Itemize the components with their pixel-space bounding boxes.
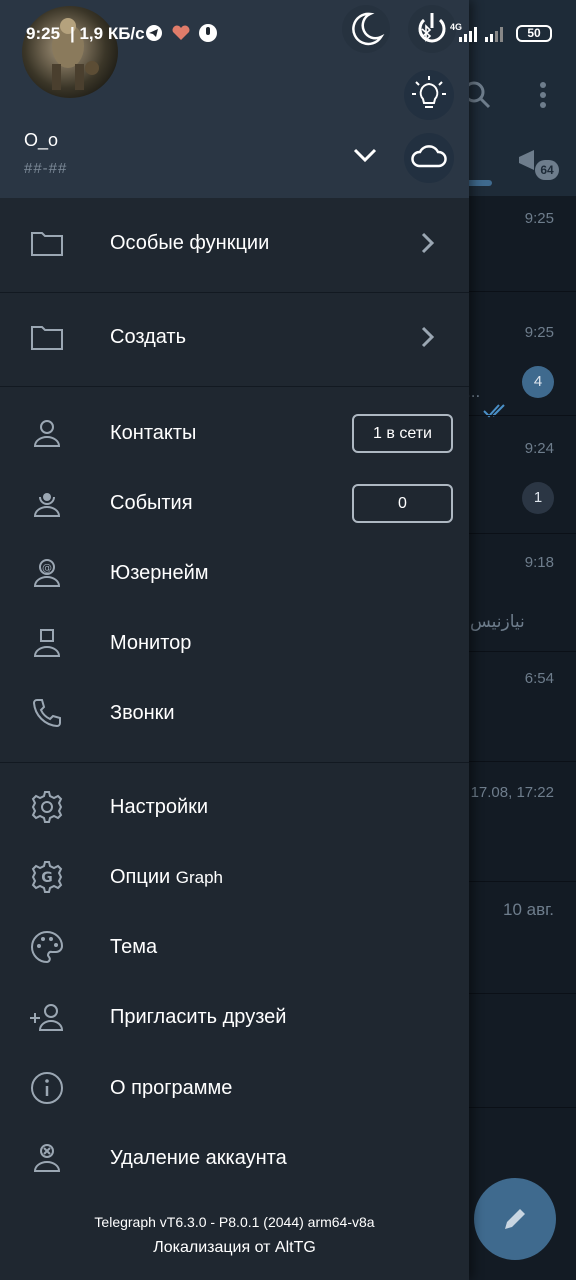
menu-item-label: Пригласить друзей — [110, 1005, 287, 1028]
chat-time: 9:18 — [524, 554, 554, 571]
menu-item-calls[interactable]: Звонки — [0, 678, 469, 748]
menu-item-label: Юзернейм — [110, 561, 209, 584]
graph-gear-icon: G — [31, 861, 63, 893]
person-monitor-icon — [33, 629, 61, 657]
night-mode-button[interactable] — [341, 4, 391, 54]
profile-phone: ##-## — [24, 160, 68, 177]
moon-icon — [342, 5, 390, 53]
menu-item-label: События — [110, 491, 193, 514]
chat-snippet: نیازنیس — [470, 612, 525, 631]
folder-icon — [31, 326, 63, 350]
chevron-down-icon[interactable] — [350, 140, 380, 170]
add-person-icon — [30, 1004, 64, 1031]
person-icon — [33, 420, 61, 447]
person-at-icon: @ — [33, 559, 61, 587]
drawer-header: O_o ##-## — [0, 0, 469, 198]
avatar[interactable] — [22, 6, 118, 98]
menu-item-theme[interactable]: Тема — [0, 912, 469, 982]
menu-divider — [0, 762, 469, 763]
menu-item-about[interactable]: О программе — [0, 1053, 469, 1123]
cloud-icon — [411, 145, 447, 168]
cloud-button[interactable] — [404, 133, 454, 183]
channels-tab-badge: 64 — [535, 160, 559, 180]
menu-item-label: Контакты — [110, 421, 197, 444]
menu-divider — [0, 386, 469, 387]
info-icon — [31, 1072, 63, 1104]
online-count-badge: 1 в сети — [352, 414, 453, 453]
menu-item-monitor[interactable]: Монитор — [0, 608, 469, 678]
menu-item-label: Опции Graph — [110, 866, 223, 889]
menu-item-label: Удаление аккаунта — [110, 1146, 287, 1169]
unread-count-badge: 1 — [522, 482, 554, 514]
menu-item-delete-account[interactable]: Удаление аккаунта — [0, 1123, 469, 1193]
chat-time: 9:24 — [524, 440, 554, 457]
localization-credit: Локализация от AltTG — [153, 1239, 316, 1256]
power-button[interactable] — [407, 4, 457, 54]
menu-item-label: Тема — [110, 935, 158, 958]
menu-item-create[interactable]: Создать — [0, 302, 469, 372]
folder-icon — [31, 232, 63, 256]
chevron-right-icon — [421, 232, 435, 254]
svg-text:G: G — [41, 870, 53, 886]
menu-item-label: Звонки — [110, 701, 175, 724]
chat-time: 9:25 — [524, 210, 554, 227]
chat-time: 9:25 — [524, 324, 554, 341]
menu-item-invite-friends[interactable]: Пригласить друзей — [0, 982, 469, 1052]
menu-item-label: Настройки — [110, 795, 209, 818]
navigation-drawer: O_o ##-## Особые функции Создать Контакт… — [0, 0, 469, 1280]
power-icon — [408, 5, 456, 53]
profile-name: O_o — [24, 130, 59, 150]
menu-item-contacts[interactable]: Контакты 1 в сети — [0, 398, 469, 468]
avatar-image — [52, 18, 99, 90]
menu-item-label: Особые функции — [110, 231, 270, 254]
menu-item-username[interactable]: @ Юзернейм — [0, 538, 469, 608]
menu-item-graph-options[interactable]: G Опции Graph — [0, 842, 469, 912]
chat-time: 6:54 — [524, 670, 554, 687]
gear-icon — [31, 791, 63, 823]
menu-item-settings[interactable]: Настройки — [0, 772, 469, 842]
lightbulb-button[interactable] — [404, 70, 454, 120]
menu-item-events[interactable]: События 0 — [0, 468, 469, 538]
menu-item-label: О программе — [110, 1076, 233, 1099]
events-count-badge: 0 — [352, 484, 453, 523]
chevron-right-icon — [421, 326, 435, 348]
menu-item-label: Монитор — [110, 631, 192, 654]
menu-item-label-main: Опции — [110, 865, 171, 888]
more-vertical-icon[interactable] — [538, 80, 548, 110]
chat-time: 10 авг. — [503, 900, 554, 919]
unread-count-badge: 4 — [522, 366, 554, 398]
chat-time: 17.08, 17:22 — [470, 784, 554, 801]
pencil-icon — [505, 1209, 525, 1229]
lightbulb-icon — [412, 76, 446, 108]
compose-button[interactable] — [474, 1178, 556, 1260]
app-version-text: Telegraph vT6.3.0 - P8.0.1 (2044) arm64-… — [94, 1214, 375, 1230]
person-remove-icon — [33, 1144, 61, 1172]
palette-icon — [31, 930, 64, 964]
phone-icon — [32, 699, 61, 728]
menu-item-label-graph: Graph — [175, 867, 223, 887]
menu-item-label: Создать — [110, 325, 187, 348]
menu-divider — [0, 292, 469, 293]
svg-text:@: @ — [42, 563, 52, 574]
menu-item-special-functions[interactable]: Особые функции — [0, 208, 469, 278]
person-events-icon — [33, 493, 61, 517]
